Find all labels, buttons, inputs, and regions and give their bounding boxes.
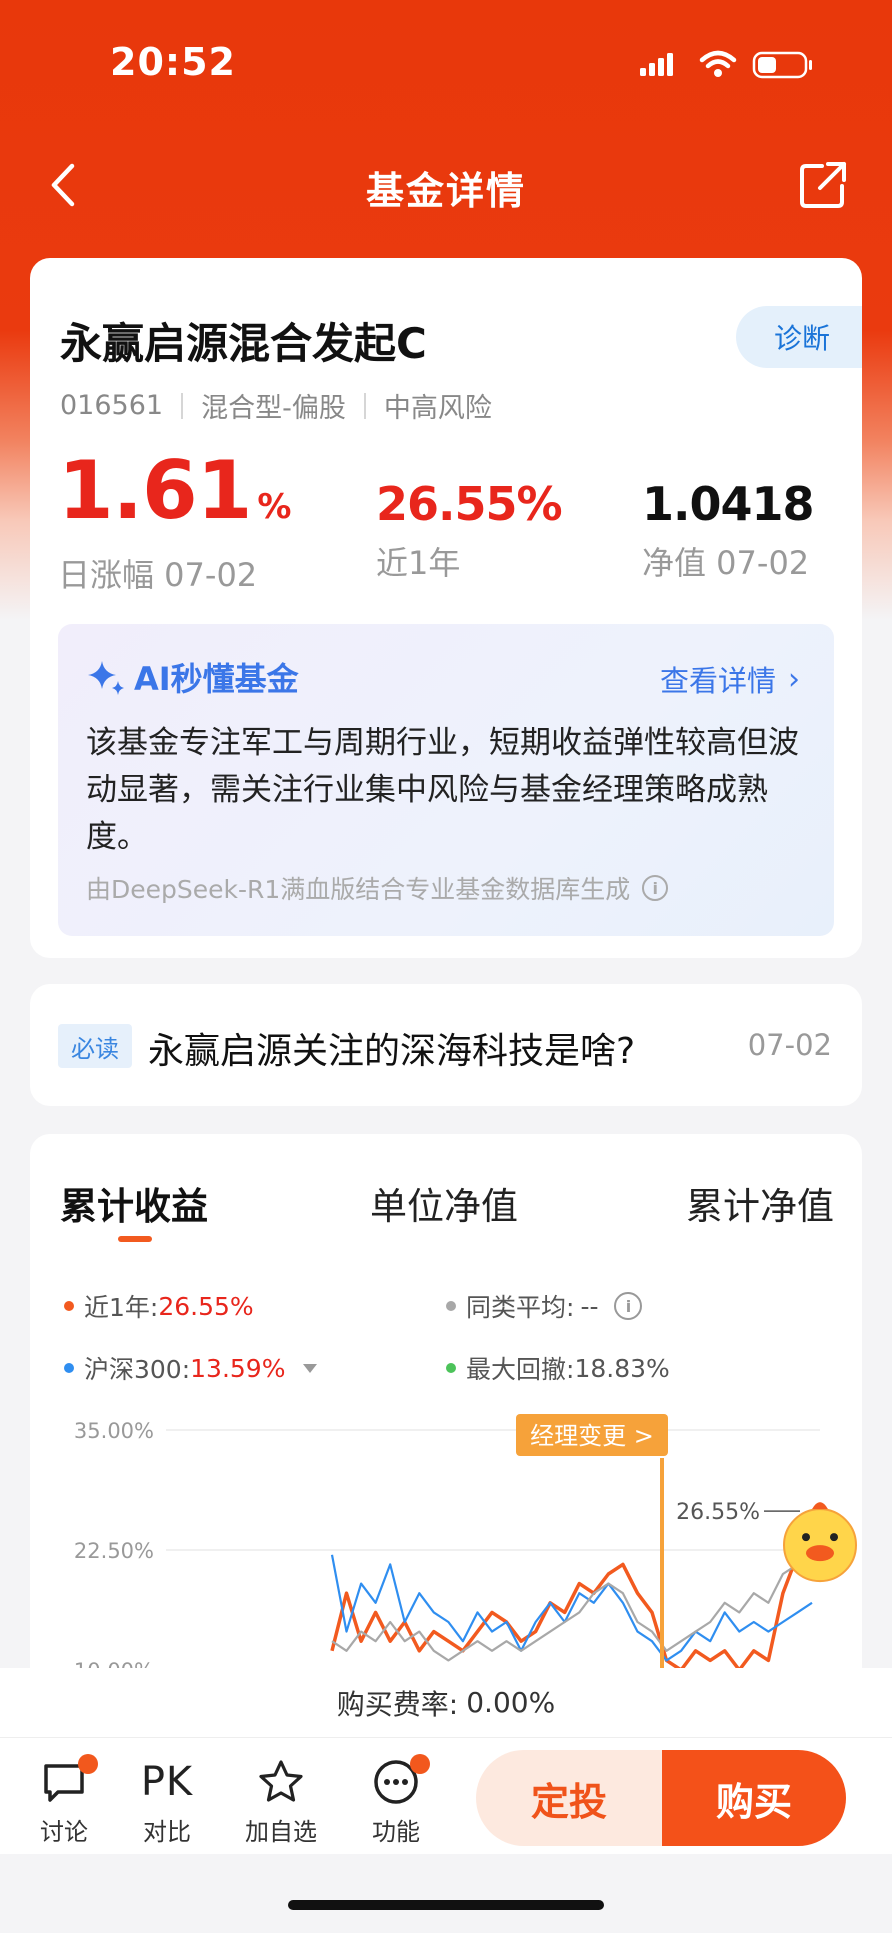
mascot-crest <box>812 1502 828 1510</box>
notification-dot <box>78 1754 98 1774</box>
dropdown-caret-icon[interactable] <box>303 1363 318 1373</box>
news-date: 07-02 <box>747 1028 832 1062</box>
functions-button[interactable]: 功能 <box>356 1752 436 1847</box>
mascot-eye <box>802 1533 810 1542</box>
watchlist-label: 加自选 <box>245 1818 317 1846</box>
daily-change-stat: 1.61% 日涨幅 07-02 <box>58 448 291 596</box>
ai-footnote-text: 由DeepSeek-R1满血版结合专业基金数据库生成 <box>86 875 631 904</box>
legend-index-label: 沪深300: <box>84 1355 191 1384</box>
battery-icon <box>752 51 812 79</box>
share-icon[interactable] <box>796 158 850 212</box>
divider <box>181 392 184 419</box>
ai-title-text: AI秒懂基金 <box>134 660 299 698</box>
fund-code: 016561 <box>60 390 164 421</box>
legend-dot <box>64 1301 74 1311</box>
legend-drawdown-label: 最大回撤: <box>466 1355 575 1384</box>
ai-footnote: 由DeepSeek-R1满血版结合专业基金数据库生成 i <box>86 870 669 906</box>
return-chart[interactable]: 35.00%22.50%10.00%经理变更 >26.55% <box>30 1400 862 1674</box>
diagnose-button[interactable]: 诊断 <box>736 306 862 368</box>
fee-value: 0.00% <box>466 1686 556 1719</box>
ai-title: AI秒懂基金 <box>84 654 299 700</box>
tab-cumulative-nav[interactable]: 累计净值 <box>686 1176 834 1230</box>
info-icon[interactable]: i <box>614 1292 643 1320</box>
tab-unit-nav[interactable]: 单位净值 <box>370 1176 518 1230</box>
news-title: 永赢启源关注的深海科技是啥? <box>148 1031 636 1072</box>
discuss-label: 讨论 <box>40 1818 88 1846</box>
legend-dot <box>446 1301 456 1311</box>
fund-meta: 016561 混合型-偏股 中高风险 <box>60 386 492 425</box>
ai-detail-text: 查看详情 <box>659 664 776 698</box>
chevron-right-icon: › <box>788 661 800 697</box>
must-read-news[interactable]: 必读 永赢启源关注的深海科技是啥? 07-02 <box>30 984 862 1106</box>
daily-change-value: 1.61 <box>58 444 252 537</box>
legend-index-value: 13.59% <box>190 1353 286 1383</box>
sparkle-icon <box>88 661 124 695</box>
functions-label: 功能 <box>372 1818 420 1846</box>
fee-label: 购买费率: <box>336 1687 459 1721</box>
page-title: 基金详情 <box>365 169 526 213</box>
trade-buttons: 定投 购买 <box>476 1750 846 1846</box>
year-return-label: 近1年 <box>376 544 461 582</box>
fund-name: 永赢启源混合发起C <box>60 319 427 368</box>
mascot-eye <box>830 1533 838 1542</box>
pk-icon: PK <box>140 1759 194 1805</box>
nav-value: 1.0418 <box>642 477 815 531</box>
nav-bar: 基金详情 <box>0 140 892 230</box>
bottom-action-bar: 讨论 PK 对比 加自选 功能 定投 购买 <box>0 1738 892 1854</box>
legend-category-avg: 同类平均: -- i <box>446 1288 643 1324</box>
auto-invest-button[interactable]: 定投 <box>476 1750 662 1846</box>
legend-avg-value: -- <box>580 1291 599 1321</box>
info-icon[interactable]: i <box>642 875 669 901</box>
legend-fund: 近1年: 26.55% <box>64 1288 254 1324</box>
performance-chart-card: 累计收益 单位净值 累计净值 近1年: 26.55% 同类平均: -- i 沪深… <box>30 1134 862 1674</box>
legend-max-drawdown: 最大回撤: 18.83% <box>446 1350 670 1386</box>
discuss-button[interactable]: 讨论 <box>24 1752 104 1847</box>
manager-change-text: 经理变更 > <box>530 1422 654 1450</box>
legend-dot <box>446 1363 456 1373</box>
series-line <box>330 1510 814 1672</box>
ai-section: AI秒懂基金 查看详情 › 该基金专注军工与周期行业，短期收益弹性较高但波动显著… <box>30 618 862 958</box>
nav-label: 净值 07-02 <box>642 544 810 582</box>
home-indicator <box>288 1900 604 1910</box>
legend-fund-value: 26.55% <box>158 1291 254 1321</box>
add-watchlist-button[interactable]: 加自选 <box>241 1752 321 1847</box>
ai-summary-text: 该基金专注军工与周期行业，短期收益弹性较高但波动显著，需关注行业集中风险与基金经… <box>86 725 799 855</box>
tab-cumulative-return[interactable]: 累计收益 <box>60 1176 208 1230</box>
daily-change-label: 日涨幅 07-02 <box>58 556 258 594</box>
ai-detail-link[interactable]: 查看详情 › <box>660 658 800 700</box>
year-return-value: 26.55% <box>376 477 563 531</box>
cellular-signal-icon <box>640 53 673 76</box>
mascot-beak <box>806 1545 834 1562</box>
compare-label: 对比 <box>143 1818 191 1846</box>
y-tick-label: 22.50% <box>74 1539 154 1563</box>
chart-tabs: 累计收益 单位净值 累计净值 <box>30 1176 862 1256</box>
divider <box>363 392 366 419</box>
legend-fund-label: 近1年: <box>84 1293 159 1322</box>
legend-dot <box>64 1363 74 1373</box>
fund-type: 混合型-偏股 <box>201 393 346 424</box>
year-return-stat: 26.55% 近1年 <box>376 476 563 584</box>
purchase-fee: 购买费率: 0.00% <box>0 1668 892 1738</box>
status-bar: 20:52 <box>0 0 892 120</box>
buy-button[interactable]: 购买 <box>662 1750 846 1846</box>
fund-risk: 中高风险 <box>383 393 492 424</box>
star-icon <box>259 1760 303 1802</box>
legend-avg-label: 同类平均: <box>466 1293 575 1322</box>
legend-drawdown-value: 18.83% <box>574 1353 670 1383</box>
legend-index: 沪深300: 13.59% <box>64 1350 318 1386</box>
y-tick-label: 35.00% <box>74 1419 154 1443</box>
daily-change-unit: % <box>257 487 291 527</box>
active-tab-indicator <box>118 1236 152 1242</box>
wifi-icon <box>699 50 737 77</box>
end-value-label: 26.55% <box>676 1500 760 1525</box>
series-line <box>330 1554 813 1662</box>
compare-button[interactable]: PK 对比 <box>127 1752 207 1847</box>
fund-summary-card: 永赢启源混合发起C 诊断 016561 混合型-偏股 中高风险 1.61% 日涨… <box>30 258 862 618</box>
ai-summary-card[interactable]: AI秒懂基金 查看详情 › 该基金专注军工与周期行业，短期收益弹性较高但波动显著… <box>58 624 834 936</box>
status-time: 20:52 <box>110 40 236 84</box>
notification-dot <box>410 1754 430 1774</box>
nav-stat: 1.0418 净值 07-02 <box>642 476 815 584</box>
must-read-badge: 必读 <box>58 1024 132 1068</box>
